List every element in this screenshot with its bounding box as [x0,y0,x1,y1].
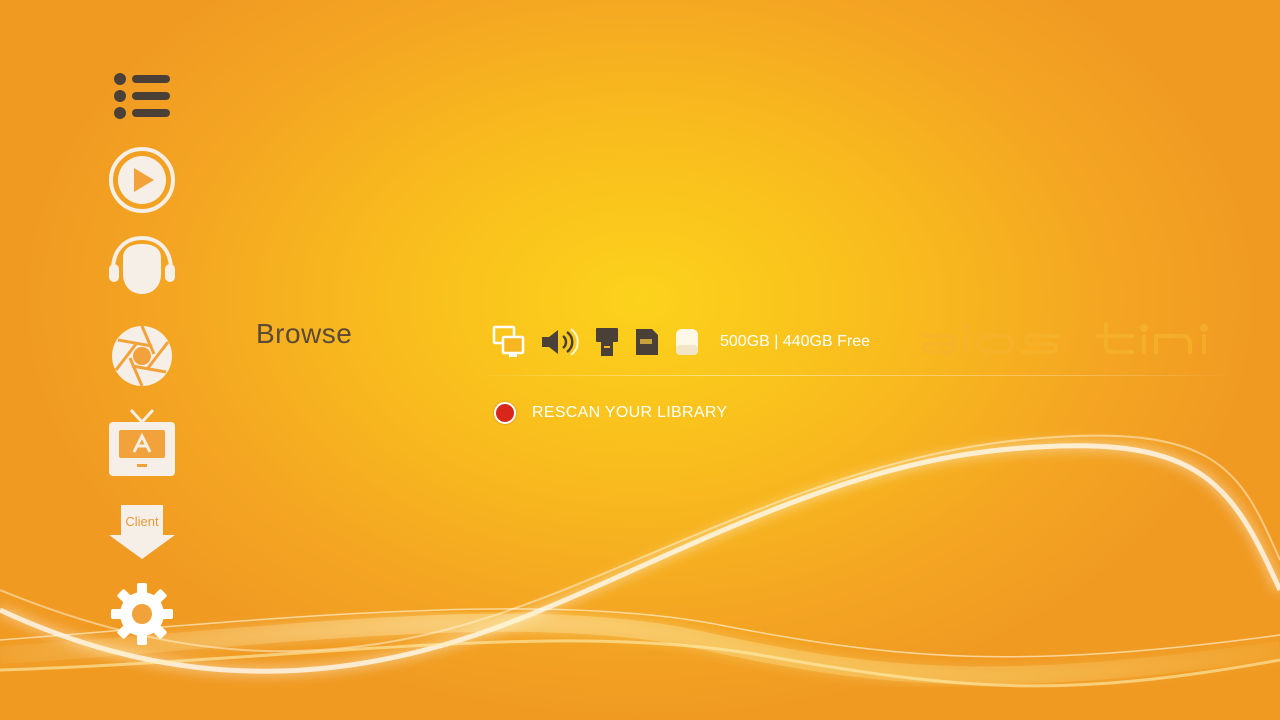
rescan-library-label: RESCAN YOUR LIBRARY [532,404,728,421]
rescan-library-button[interactable]: RESCAN YOUR LIBRARY [494,402,727,424]
storage-info: 500GB | 440GB Free [720,333,871,350]
sidebar-item-list[interactable] [100,60,184,132]
disk-icon [674,327,700,357]
status-bar: 500GB | 440GB Free [492,322,870,362]
tv-icon [109,408,175,476]
record-dot-icon [494,402,516,424]
list-icon [114,73,170,119]
flash-card-icon [634,327,660,357]
sidebar-item-pictures[interactable] [100,320,184,392]
aperture-icon [112,325,172,387]
brand-logo [918,316,1218,365]
sidebar-item-videos[interactable] [100,144,184,216]
divider [488,375,1228,376]
sidebar-item-client[interactable]: Client [100,496,184,568]
gear-icon [111,583,173,645]
headphones-icon [109,235,175,294]
client-label: Client [125,514,159,529]
section-title: Browse [256,318,353,349]
media-center-screen: Client Browse 500GB | 440GB Free RESCAN … [0,0,1280,720]
client-download-icon: Client [107,503,177,561]
play-icon [109,147,175,213]
network-icon [492,325,526,359]
usb-drive-icon [594,326,620,358]
sidebar-item-tv[interactable] [100,408,184,480]
sidebar-item-music[interactable] [100,230,184,302]
volume-icon [540,327,580,357]
sidebar-item-settings[interactable] [100,578,184,650]
